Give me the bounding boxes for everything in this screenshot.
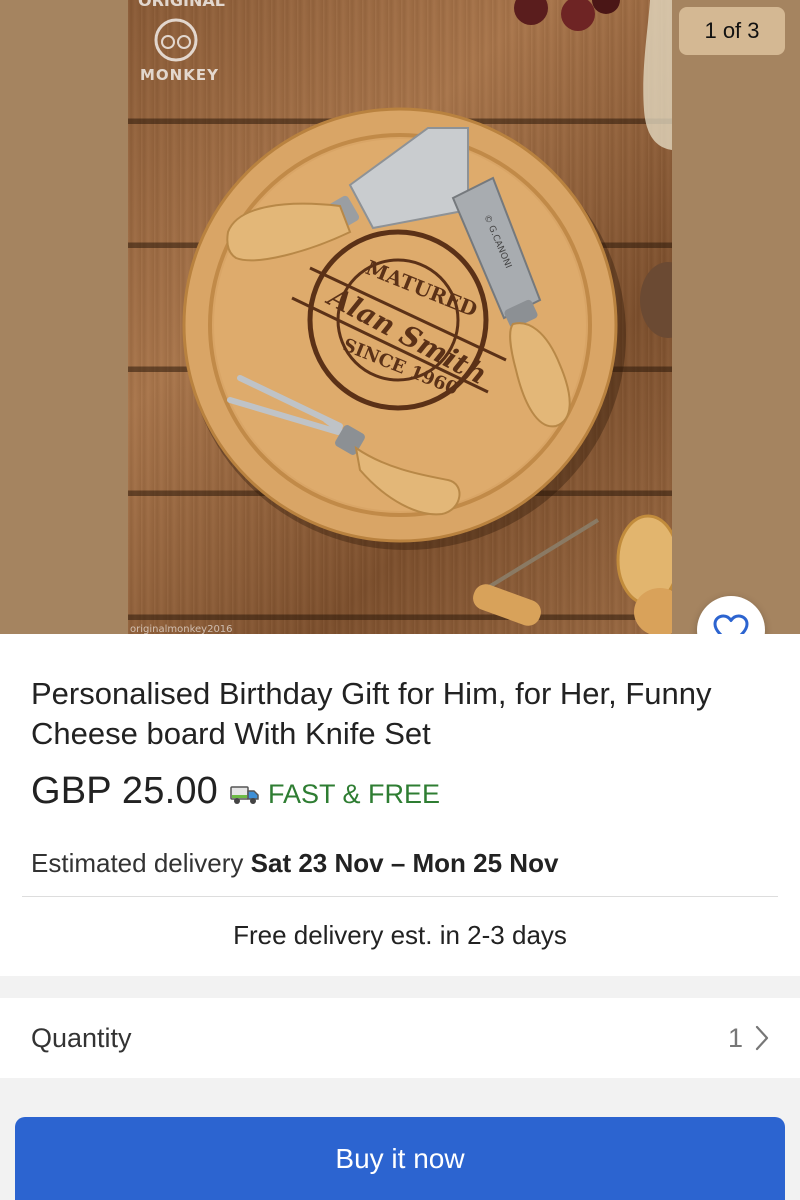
watermark-caption: originalmonkey2016 — [130, 624, 233, 634]
product-gallery[interactable]: MATURED Alan Smith SINCE 1960 © G.CANONI — [0, 0, 800, 634]
quantity-value-group: 1 — [728, 1023, 769, 1054]
product-image[interactable]: MATURED Alan Smith SINCE 1960 © G.CANONI — [128, 0, 672, 634]
quantity-selector[interactable]: Quantity 1 — [0, 998, 800, 1078]
quantity-value: 1 — [727, 1022, 743, 1053]
free-delivery-note: Free delivery est. in 2-3 days — [233, 920, 567, 950]
shipping-badge: FAST & FREE — [268, 779, 441, 809]
delivery-prefix: Estimated delivery — [31, 848, 244, 878]
product-title: Personalised Birthday Gift for Him, for … — [31, 676, 712, 751]
delivery-truck-icon — [230, 785, 259, 804]
section-separator — [0, 976, 800, 998]
divider — [22, 896, 778, 897]
estimated-delivery: Estimated delivery Sat 23 Nov – Mon 25 N… — [31, 848, 558, 879]
watermark-logo-bottom: MONKEY — [140, 66, 219, 84]
price-row: GBP 25.00 FAST & FREE — [31, 770, 440, 813]
product-details: Personalised Birthday Gift for Him, for … — [0, 634, 800, 976]
delivery-dates: Sat 23 Nov – Mon 25 Nov — [250, 848, 559, 878]
watermark-logo-top: ORIGINAL — [138, 0, 225, 10]
buy-it-now-button[interactable]: Buy it now — [15, 1117, 785, 1200]
image-counter: 1 of 3 — [679, 7, 785, 55]
cheese-board-illustration: MATURED Alan Smith SINCE 1960 © G.CANONI — [130, 0, 672, 634]
chevron-right-icon — [755, 1025, 769, 1051]
product-price: GBP 25.00 — [31, 770, 219, 812]
quantity-label: Quantity — [31, 1022, 132, 1053]
